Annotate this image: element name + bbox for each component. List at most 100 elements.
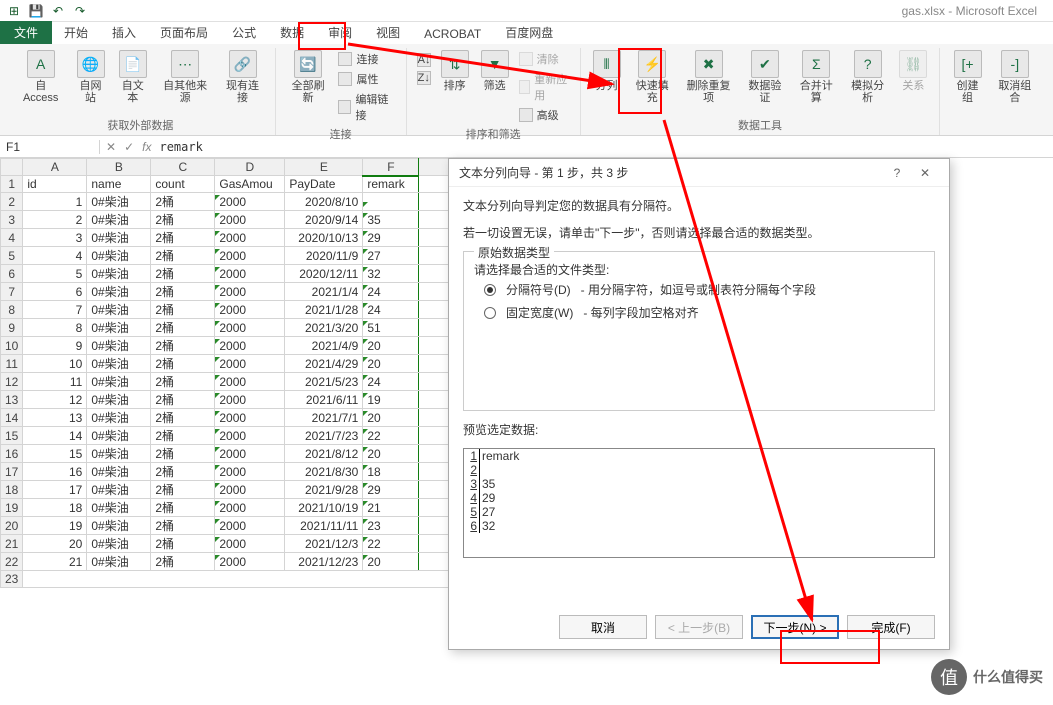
cell[interactable]: 0#柴油 — [87, 481, 151, 499]
btn-existing-conn[interactable]: 🔗现有连接 — [218, 48, 266, 106]
tab-data[interactable]: 数据 — [268, 21, 316, 44]
btn-text-to-columns[interactable]: ⫴分列 — [589, 48, 625, 94]
cell[interactable]: 2000 — [215, 337, 285, 355]
cell[interactable]: 2桶 — [151, 229, 215, 247]
cell[interactable]: 2000 — [215, 553, 285, 571]
cell[interactable]: 2021/11/11 — [285, 517, 363, 535]
cell[interactable]: 11 — [23, 373, 87, 391]
cell[interactable]: 29 — [363, 229, 419, 247]
cell[interactable]: 2021/9/28 — [285, 481, 363, 499]
row-header[interactable]: 19 — [1, 499, 23, 517]
btn-from-other[interactable]: ⋯自其他来源 — [156, 48, 214, 106]
cell[interactable]: 12 — [23, 391, 87, 409]
tab-view[interactable]: 视图 — [364, 21, 412, 44]
row-header[interactable]: 12 — [1, 373, 23, 391]
cell[interactable]: 2020/9/14 — [285, 211, 363, 229]
cell[interactable]: 24 — [363, 301, 419, 319]
select-all-cell[interactable] — [1, 159, 23, 176]
btn-sort[interactable]: ⇅排序 — [437, 48, 473, 94]
row-header[interactable]: 9 — [1, 319, 23, 337]
cell[interactable]: 2021/12/23 — [285, 553, 363, 571]
btn-ungroup[interactable]: -]取消组合 — [991, 48, 1039, 106]
cell[interactable]: count — [151, 176, 215, 193]
cell[interactable]: 16 — [23, 463, 87, 481]
cell[interactable]: 0#柴油 — [87, 355, 151, 373]
cell[interactable]: 2 — [23, 211, 87, 229]
cell[interactable]: 2桶 — [151, 409, 215, 427]
cell[interactable]: 2000 — [215, 373, 285, 391]
cell[interactable]: name — [87, 176, 151, 193]
cell[interactable]: 15 — [23, 445, 87, 463]
cell[interactable]: 2000 — [215, 409, 285, 427]
cell[interactable]: 0#柴油 — [87, 211, 151, 229]
radio-fixed[interactable] — [484, 307, 496, 319]
btn-whatif[interactable]: ?模拟分析 — [844, 48, 891, 106]
cell[interactable]: 0#柴油 — [87, 499, 151, 517]
row-header[interactable]: 8 — [1, 301, 23, 319]
cell[interactable]: 21 — [23, 553, 87, 571]
cell[interactable]: 14 — [23, 427, 87, 445]
cancel-button[interactable]: 取消 — [559, 615, 647, 639]
cell[interactable]: 2021/4/29 — [285, 355, 363, 373]
cell[interactable]: 0#柴油 — [87, 391, 151, 409]
name-box[interactable]: F1 — [0, 140, 100, 154]
cell[interactable]: 0#柴油 — [87, 193, 151, 211]
row-header[interactable]: 3 — [1, 211, 23, 229]
cell[interactable]: 8 — [23, 319, 87, 337]
finish-button[interactable]: 完成(F) — [847, 615, 935, 639]
cell[interactable]: 2桶 — [151, 499, 215, 517]
row-header[interactable]: 11 — [1, 355, 23, 373]
cell[interactable]: 2021/8/12 — [285, 445, 363, 463]
cell[interactable]: 20 — [363, 553, 419, 571]
cell[interactable]: 29 — [363, 481, 419, 499]
cell[interactable]: 2000 — [215, 535, 285, 553]
cell[interactable]: 2000 — [215, 355, 285, 373]
btn-refresh-all[interactable]: 🔄全部刷新 — [284, 48, 333, 106]
cell[interactable]: 5 — [23, 265, 87, 283]
cell[interactable]: 22 — [363, 535, 419, 553]
cell[interactable]: 0#柴油 — [87, 553, 151, 571]
cell[interactable]: 2000 — [215, 193, 285, 211]
cell[interactable]: 2000 — [215, 229, 285, 247]
cell[interactable]: 2桶 — [151, 391, 215, 409]
row-header[interactable]: 13 — [1, 391, 23, 409]
row-header[interactable]: 21 — [1, 535, 23, 553]
cell[interactable]: 2桶 — [151, 319, 215, 337]
btn-advanced-filter[interactable]: 高级 — [517, 106, 572, 124]
cell[interactable]: 0#柴油 — [87, 427, 151, 445]
redo-icon[interactable]: ↷ — [72, 3, 88, 19]
cell[interactable]: 2021/5/23 — [285, 373, 363, 391]
cell[interactable]: 2桶 — [151, 445, 215, 463]
btn-filter[interactable]: ▼筛选 — [477, 48, 513, 94]
btn-edit-links[interactable]: 编辑链接 — [336, 90, 397, 124]
col-header-F[interactable]: F — [363, 159, 419, 176]
btn-connections[interactable]: 连接 — [336, 50, 397, 68]
row-header[interactable]: 16 — [1, 445, 23, 463]
cell[interactable]: 0#柴油 — [87, 373, 151, 391]
cell[interactable]: 2021/7/23 — [285, 427, 363, 445]
col-header-B[interactable]: B — [87, 159, 151, 176]
cell[interactable]: 2桶 — [151, 481, 215, 499]
row-header[interactable]: 23 — [1, 571, 23, 588]
cell[interactable]: 2桶 — [151, 553, 215, 571]
cell[interactable]: 2000 — [215, 211, 285, 229]
cell[interactable]: 2020/10/13 — [285, 229, 363, 247]
cell[interactable]: 0#柴油 — [87, 463, 151, 481]
tab-formula[interactable]: 公式 — [220, 21, 268, 44]
cell[interactable]: 9 — [23, 337, 87, 355]
cell[interactable]: 22 — [363, 427, 419, 445]
cell[interactable]: 3 — [23, 229, 87, 247]
cell[interactable]: PayDate — [285, 176, 363, 193]
cell[interactable]: 2桶 — [151, 427, 215, 445]
cell[interactable]: 23 — [363, 517, 419, 535]
cell[interactable]: 2000 — [215, 481, 285, 499]
cell[interactable]: 17 — [23, 481, 87, 499]
cell[interactable]: 18 — [363, 463, 419, 481]
cell[interactable]: 2021/6/11 — [285, 391, 363, 409]
cell[interactable]: 2000 — [215, 499, 285, 517]
cell[interactable]: 2000 — [215, 445, 285, 463]
cell[interactable]: 2000 — [215, 319, 285, 337]
fx-icon[interactable]: fx — [142, 140, 151, 154]
btn-sort-asc[interactable]: A↓ — [415, 52, 433, 68]
cell[interactable]: 2桶 — [151, 337, 215, 355]
